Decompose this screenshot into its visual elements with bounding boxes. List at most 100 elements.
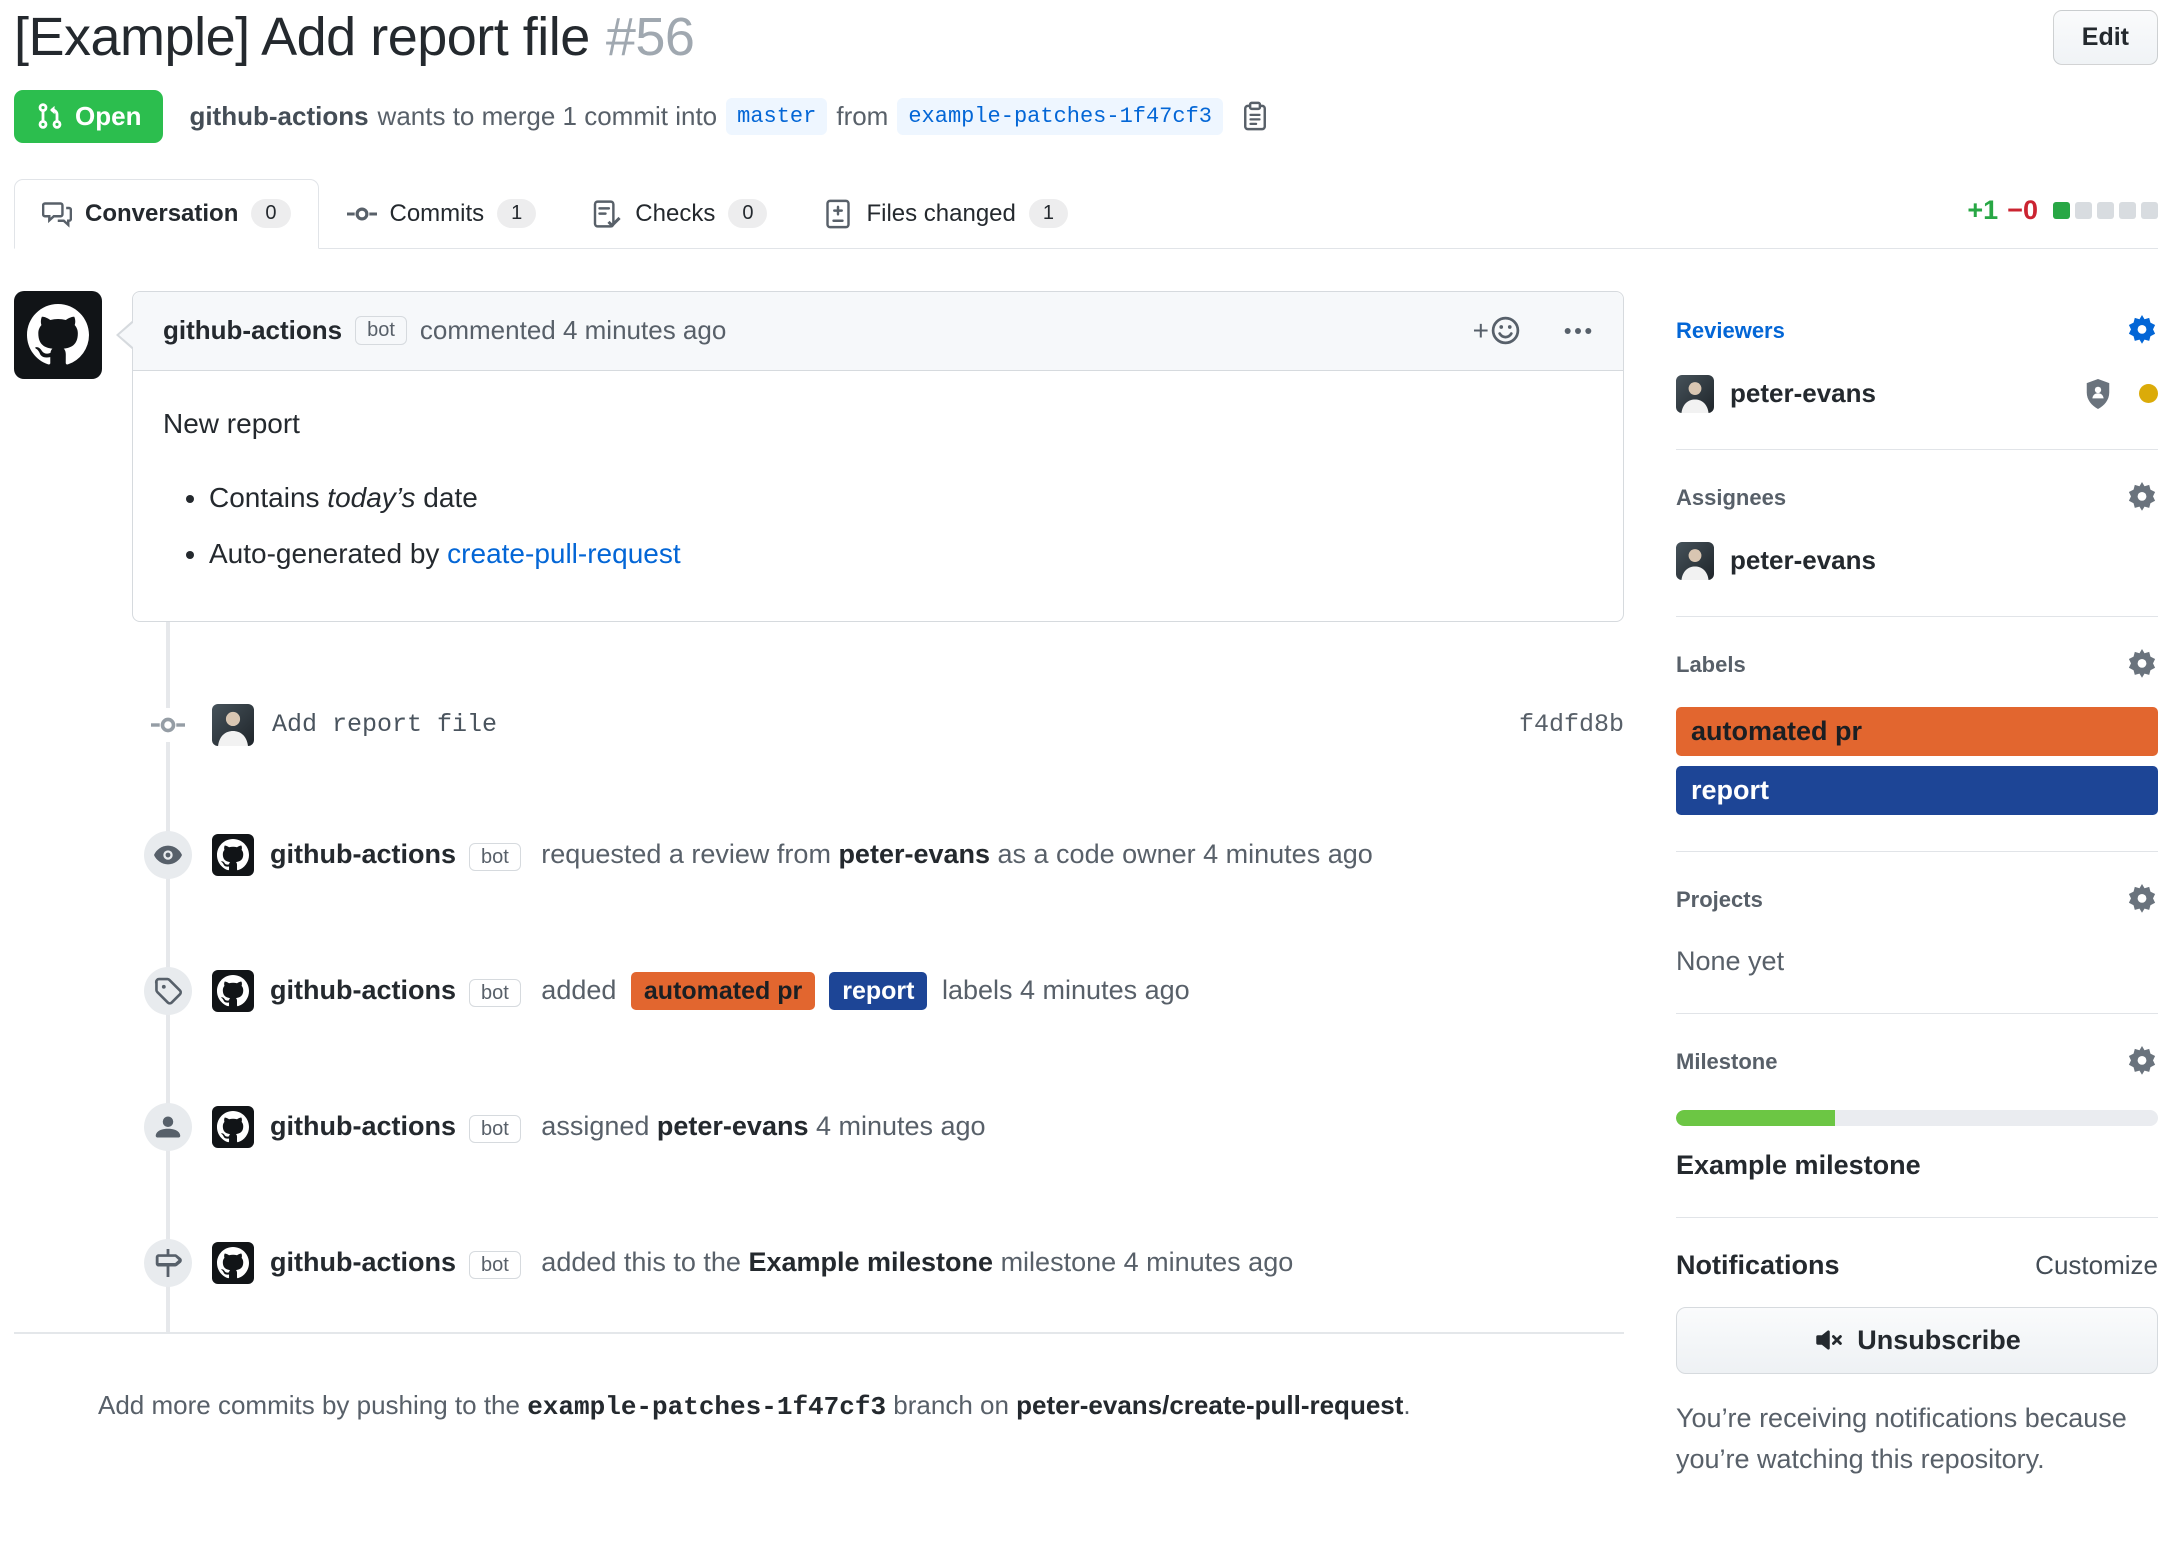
comment-author[interactable]: github-actions [163, 315, 342, 346]
label-pill[interactable]: automated pr [1676, 707, 2158, 756]
event-assigned: github-actionsbot assigned peter-evans 4… [14, 1106, 1624, 1148]
assignee-name[interactable]: peter-evans [1730, 545, 1876, 576]
github-actions-avatar[interactable] [212, 970, 254, 1012]
event-author[interactable]: github-actions [270, 839, 456, 869]
checklist-icon [592, 199, 622, 229]
customize-link[interactable]: Customize [2035, 1250, 2158, 1281]
github-actions-avatar[interactable] [212, 834, 254, 876]
bot-badge: bot [355, 316, 407, 345]
diffstat: +1 −0 [1967, 195, 2158, 248]
git-pull-request-icon [36, 102, 64, 130]
github-actions-avatar[interactable] [212, 1242, 254, 1284]
eye-icon [144, 831, 192, 879]
tab-count: 1 [497, 199, 536, 228]
assignee-row: peter-evans [1676, 542, 2158, 580]
tag-icon [144, 967, 192, 1015]
tab-commits[interactable]: Commits 1 [319, 179, 565, 249]
from-word: from [836, 101, 888, 132]
tab-count: 0 [251, 199, 290, 228]
event-author[interactable]: github-actions [270, 1247, 456, 1277]
gear-icon[interactable] [2126, 315, 2158, 347]
create-pull-request-link[interactable]: create-pull-request [447, 538, 680, 569]
reviewer-name[interactable]: peter-evans [838, 839, 990, 869]
status-label: Open [75, 101, 141, 132]
notifications-note: You’re receiving notifications because y… [1676, 1398, 2158, 1482]
comment-discussion-icon [42, 199, 72, 229]
reviewer-name[interactable]: peter-evans [1730, 378, 1876, 409]
conversation-main: github-actions bot commented 4 minutes a… [14, 291, 1624, 1422]
person-icon [144, 1103, 192, 1151]
bot-badge: bot [469, 979, 521, 1007]
milestone-link[interactable]: Example milestone [748, 1247, 993, 1277]
milestone-section: Milestone Example milestone [1676, 1046, 2158, 1218]
assignees-section: Assignees peter-evans [1676, 482, 2158, 617]
copy-branch-icon[interactable] [1240, 101, 1270, 131]
comment-meta: commented 4 minutes ago [420, 315, 726, 346]
peter-evans-avatar[interactable] [1676, 375, 1714, 413]
github-actions-avatar[interactable] [212, 1106, 254, 1148]
assignee-name[interactable]: peter-evans [657, 1111, 809, 1141]
commit-sha[interactable]: f4dfd8b [1519, 710, 1624, 739]
shield-icon [2083, 379, 2113, 409]
gear-icon[interactable] [2126, 649, 2158, 681]
pull-request-page: [Example] Add report file#56 Edit Open g… [0, 0, 2172, 1549]
milestone-name-link[interactable]: Example milestone [1676, 1150, 2158, 1181]
merge-summary-text: wants to merge 1 commit into [378, 101, 718, 132]
notifications-heading: Notifications Customize [1676, 1250, 2158, 1281]
event-milestone-added: github-actionsbot added this to the Exam… [14, 1242, 1624, 1284]
base-branch-label[interactable]: master [726, 98, 827, 135]
tab-conversation[interactable]: Conversation 0 [14, 179, 319, 249]
gear-icon[interactable] [2126, 884, 2158, 916]
diffstat-block [2053, 202, 2070, 219]
comment-bullet: Contains today’s date [209, 477, 1593, 519]
timeline: Add report file f4dfd8b github-actionsbo… [14, 622, 1624, 1332]
tab-count: 0 [728, 199, 767, 228]
label-pill[interactable]: report [1676, 766, 2158, 815]
head-branch-label[interactable]: example-patches-1f47cf3 [897, 98, 1223, 135]
labels-heading[interactable]: Labels [1676, 649, 2158, 681]
gear-icon[interactable] [2126, 482, 2158, 514]
page-title: [Example] Add report file#56 [14, 4, 694, 72]
projects-section: Projects None yet [1676, 884, 2158, 1014]
bot-badge: bot [469, 1115, 521, 1143]
gear-icon[interactable] [2126, 1046, 2158, 1078]
diffstat-block [2097, 202, 2114, 219]
event-author[interactable]: github-actions [270, 1111, 456, 1141]
github-actions-avatar[interactable] [14, 291, 102, 379]
comment-list: Contains today’s date Auto-generated by … [163, 477, 1593, 575]
label-automated-pr[interactable]: automated pr [631, 972, 815, 1010]
milestone-heading[interactable]: Milestone [1676, 1046, 2158, 1078]
reviewer-row: peter-evans [1676, 375, 2158, 413]
bot-badge: bot [469, 843, 521, 871]
tab-files-changed[interactable]: Files changed 1 [795, 179, 1096, 249]
diffstat-block [2141, 202, 2158, 219]
file-diff-icon [823, 199, 853, 229]
event-labels-added: github-actionsbot added automated prrepo… [14, 970, 1624, 1012]
milestone-progress-fill [1676, 1110, 1835, 1126]
edit-button[interactable]: Edit [2053, 10, 2158, 65]
add-reaction-button[interactable]: + [1473, 315, 1521, 347]
commit-message[interactable]: Add report file [272, 710, 497, 739]
unsubscribe-button[interactable]: Unsubscribe [1676, 1307, 2158, 1374]
pr-header: [Example] Add report file#56 Edit [14, 4, 2158, 72]
event-author[interactable]: github-actions [270, 975, 456, 1005]
labels-section: Labels automated pr report [1676, 649, 2158, 852]
pr-tabs: Conversation 0 Commits 1 Checks 0 Files … [14, 179, 2158, 249]
peter-evans-avatar[interactable] [212, 704, 254, 746]
reviewers-heading[interactable]: Reviewers [1676, 315, 2158, 347]
peter-evans-avatar[interactable] [1676, 542, 1714, 580]
push-hint: Add more commits by pushing to the examp… [14, 1332, 1624, 1422]
tab-label: Commits [390, 200, 485, 228]
assignees-heading[interactable]: Assignees [1676, 482, 2158, 514]
projects-empty-text: None yet [1676, 946, 2158, 977]
deletions-count: −0 [2007, 195, 2038, 226]
tab-checks[interactable]: Checks 0 [564, 179, 795, 249]
notifications-section: Notifications Customize Unsubscribe You’… [1676, 1250, 2158, 1518]
projects-heading[interactable]: Projects [1676, 884, 2158, 916]
pr-author[interactable]: github-actions [189, 101, 368, 132]
comment-header: github-actions bot commented 4 minutes a… [133, 292, 1623, 371]
kebab-menu-icon[interactable] [1563, 316, 1593, 346]
pr-title-text: [Example] Add report file [14, 7, 590, 67]
label-report[interactable]: report [829, 972, 927, 1010]
tab-count: 1 [1029, 199, 1068, 228]
